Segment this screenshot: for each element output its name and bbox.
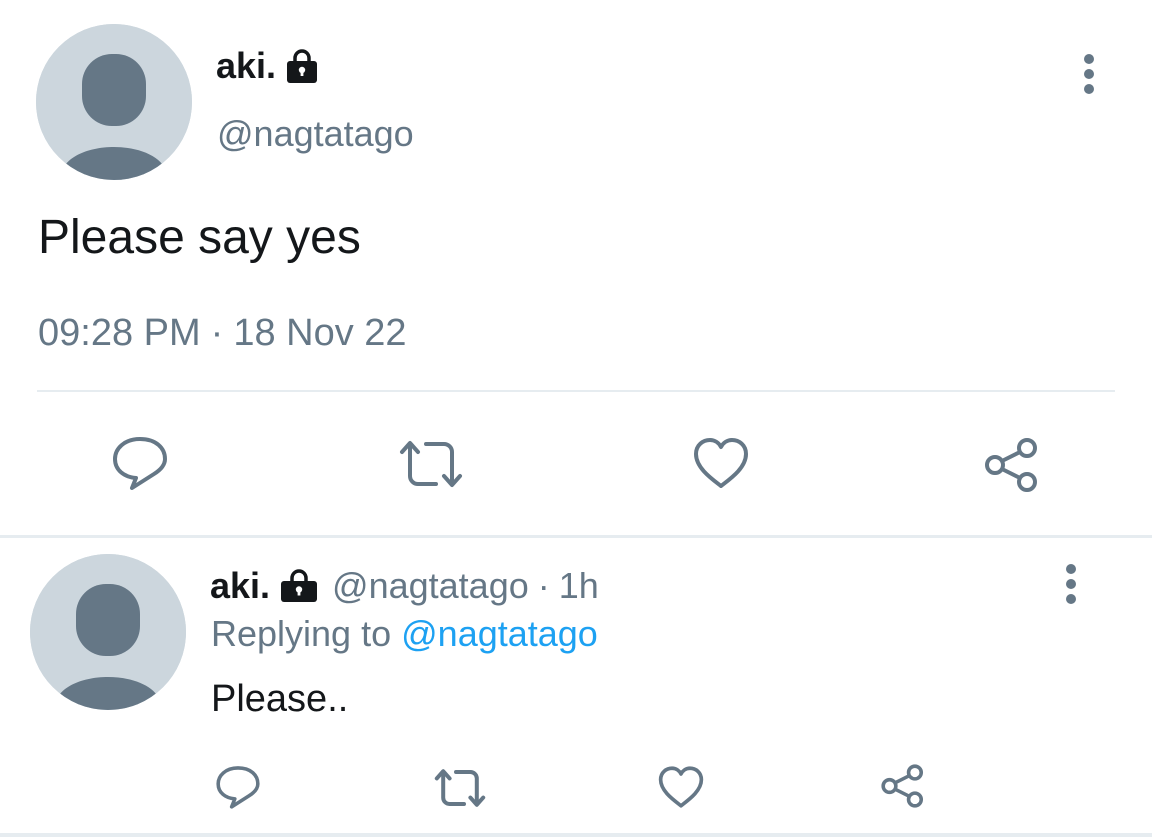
retweet-icon[interactable] — [432, 767, 488, 809]
bottom-divider — [0, 833, 1152, 837]
main-tweet-meta: 09:28 PM · 18 Nov 22 — [38, 310, 407, 356]
replying-to: Replying to @nagtatago — [211, 612, 598, 656]
meta-separator: · — [210, 312, 224, 354]
retweet-icon[interactable] — [396, 438, 466, 490]
heart-icon[interactable] — [692, 436, 750, 490]
main-divider — [37, 390, 1115, 392]
lock-icon — [280, 569, 318, 603]
replying-to-mention[interactable]: @nagtatago — [401, 613, 598, 654]
replying-to-label: Replying to — [211, 613, 392, 654]
main-tweet-date: 18 Nov 22 — [233, 312, 407, 354]
reply-time[interactable]: 1h — [559, 564, 599, 608]
main-display-name[interactable]: aki. — [216, 44, 276, 88]
lock-icon — [286, 48, 318, 84]
reply-icon[interactable] — [110, 434, 170, 492]
more-vertical-icon[interactable] — [1079, 52, 1099, 96]
default-avatar-icon — [30, 554, 186, 710]
main-tweet-text: Please say yes — [38, 211, 361, 264]
main-handle[interactable]: @nagtatago — [217, 112, 414, 156]
reply-icon[interactable] — [214, 764, 262, 810]
heart-icon[interactable] — [657, 765, 705, 809]
reply-tweet-text: Please.. — [211, 678, 349, 720]
reply-handle[interactable]: @nagtatago — [332, 564, 529, 608]
reply-display-name[interactable]: aki. — [210, 564, 270, 608]
default-avatar-icon — [36, 24, 192, 180]
reply-avatar[interactable] — [30, 554, 186, 710]
main-tweet-time: 09:28 PM — [38, 312, 201, 354]
more-vertical-icon[interactable] — [1061, 562, 1081, 606]
tweet-divider — [0, 535, 1152, 538]
share-icon[interactable] — [879, 763, 927, 809]
main-avatar[interactable] — [36, 24, 192, 180]
reply-author-row: aki. @nagtatago · 1h — [210, 564, 599, 608]
share-icon[interactable] — [982, 436, 1042, 494]
meta-separator: · — [537, 565, 550, 606]
main-author-row: aki. — [216, 44, 318, 88]
